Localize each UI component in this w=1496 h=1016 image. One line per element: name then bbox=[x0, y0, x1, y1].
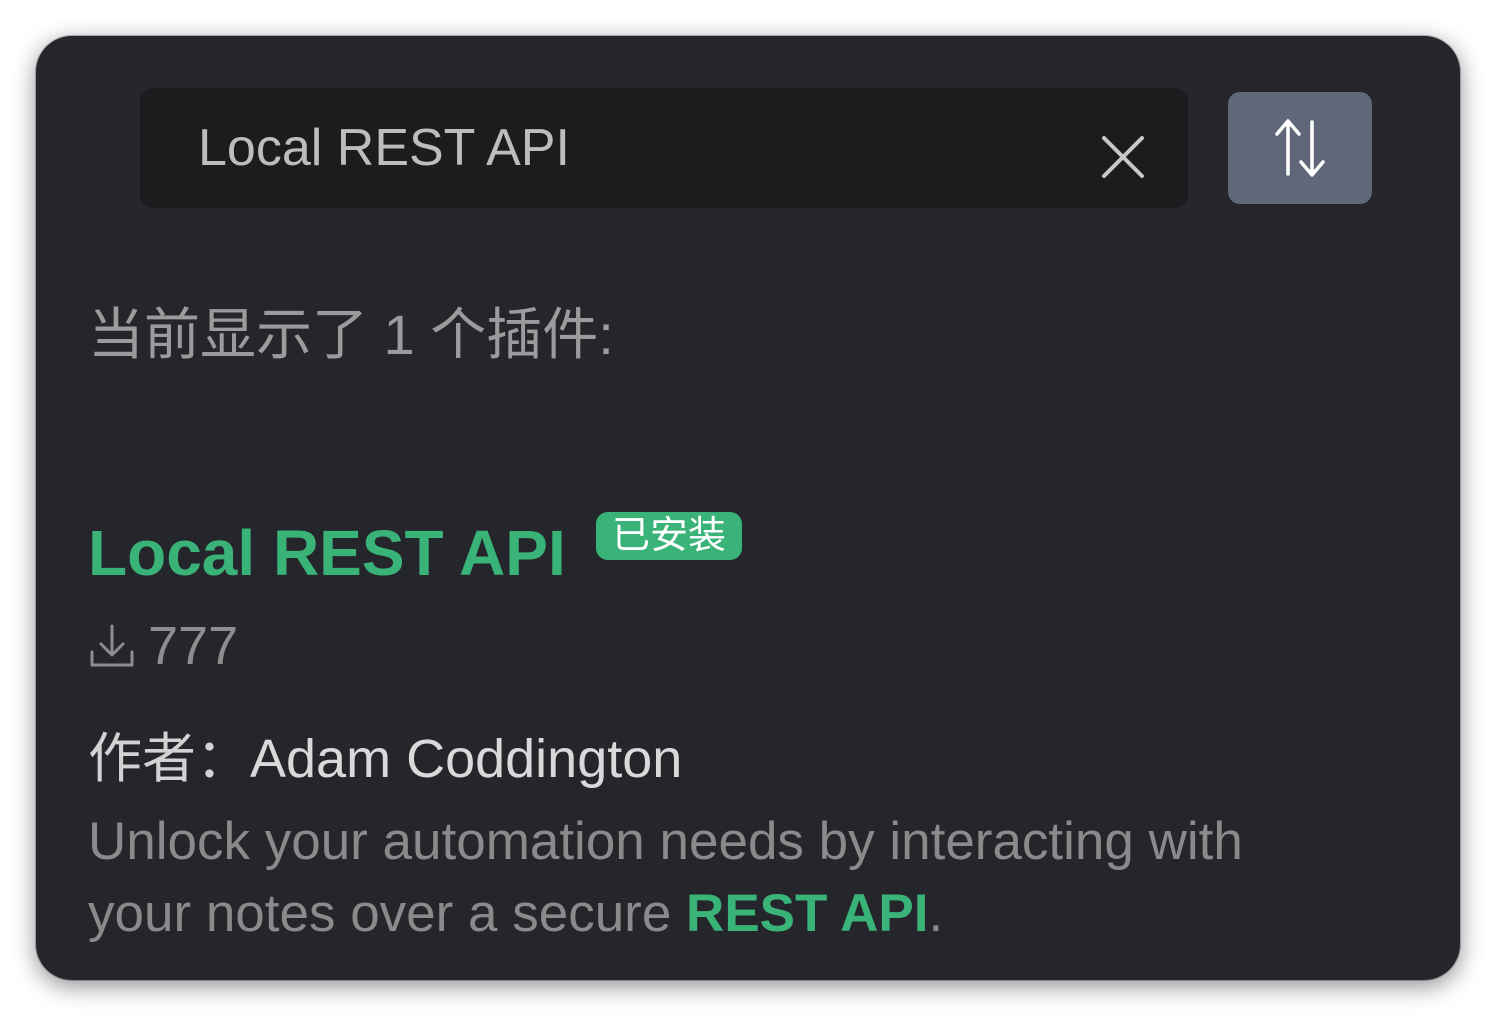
downloads-count: 777 bbox=[148, 616, 239, 676]
description-highlight: REST API bbox=[686, 884, 929, 943]
author-label: 作者： bbox=[88, 729, 250, 789]
plugin-title-row: Local REST API 已安装 bbox=[88, 506, 1408, 596]
description-text: Unlock your automation needs by interact… bbox=[88, 812, 1243, 943]
description-suffix: . bbox=[928, 884, 944, 943]
sort-button[interactable] bbox=[1228, 92, 1372, 204]
close-icon bbox=[1102, 136, 1144, 178]
result-count: 当前显示了 1 个插件: bbox=[88, 303, 614, 366]
plugin-description: Unlock your automation needs by interact… bbox=[88, 806, 1358, 950]
installed-badge: 已安装 bbox=[596, 512, 743, 560]
author-name: Adam Coddington bbox=[250, 729, 683, 789]
clear-search-button[interactable] bbox=[1090, 124, 1156, 190]
downloads-row: 777 bbox=[88, 616, 238, 676]
search-box bbox=[140, 88, 1188, 208]
sort-arrows-icon bbox=[1275, 119, 1325, 177]
plugin-list-item[interactable]: Local REST API 已安装 777 作者：Adam Coddingto… bbox=[88, 506, 1408, 943]
download-icon bbox=[90, 624, 134, 667]
plugin-name-link[interactable]: Local REST API bbox=[88, 516, 566, 590]
plugin-browser-panel: 当前显示了 1 个插件: Local REST API 已安装 777 作者：A… bbox=[36, 36, 1460, 980]
search-input[interactable] bbox=[198, 88, 1078, 208]
author-row: 作者：Adam Coddington bbox=[88, 714, 682, 793]
